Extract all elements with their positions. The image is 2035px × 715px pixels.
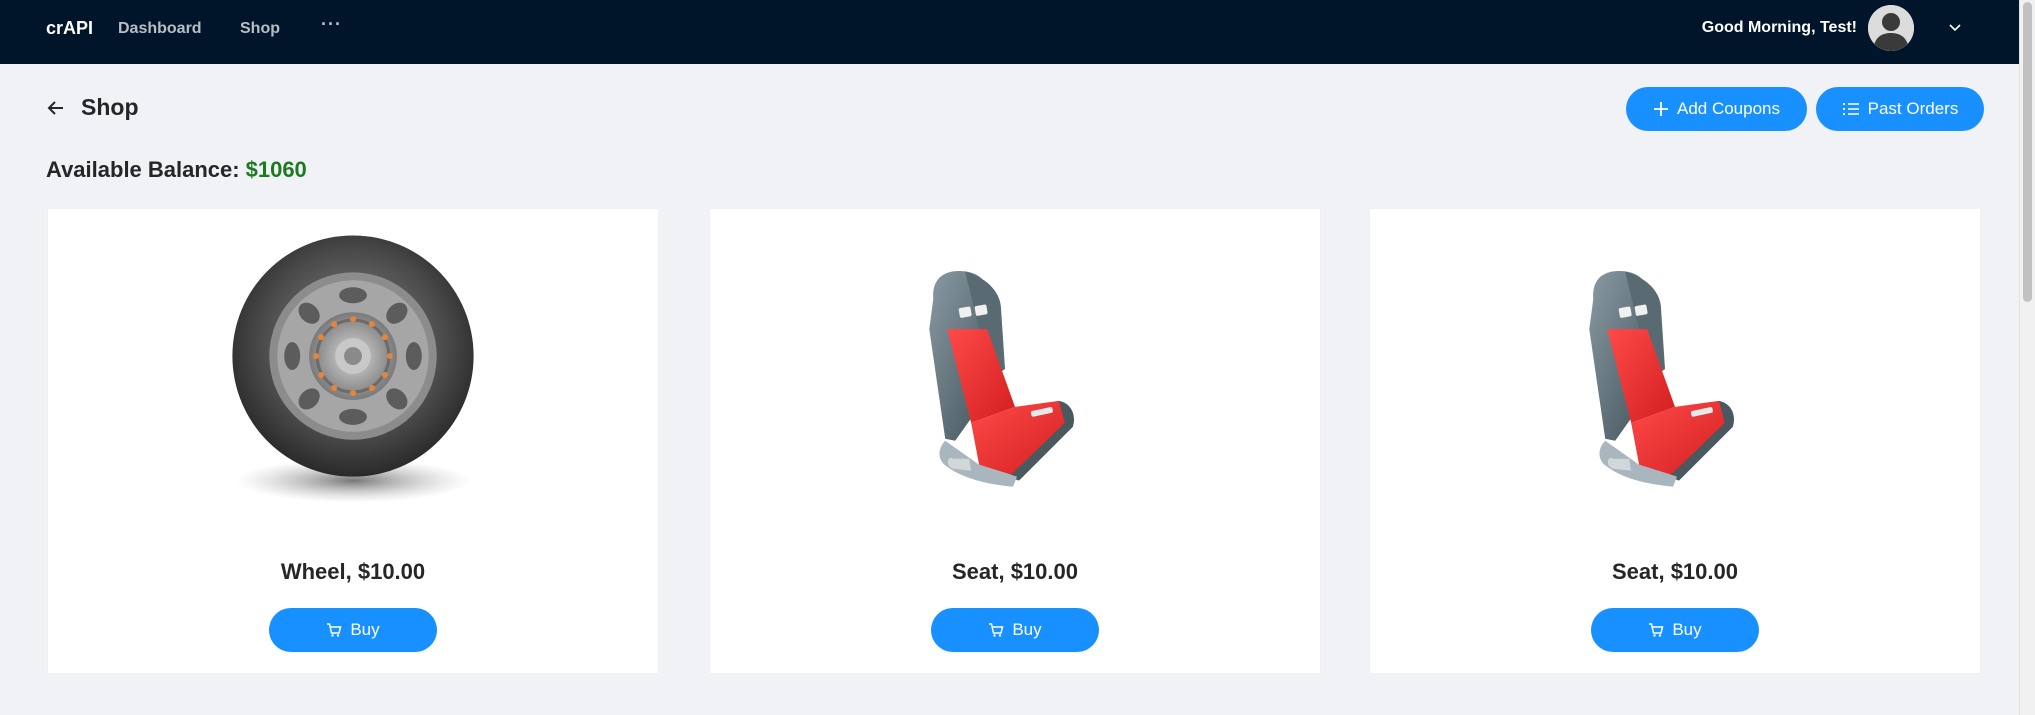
nav-dashboard[interactable]: Dashboard	[118, 20, 202, 38]
chevron-down-icon[interactable]	[1946, 18, 1964, 36]
buy-button[interactable]: Buy	[1591, 608, 1759, 652]
product-title: Seat, $10.00	[952, 559, 1078, 584]
product-title: Wheel, $10.00	[280, 559, 426, 584]
buy-label: Buy	[1672, 620, 1702, 639]
user-avatar-icon[interactable]	[1868, 5, 1914, 51]
product-card: Seat, $10.00 Buy	[709, 208, 1321, 674]
wheel-image	[232, 235, 474, 503]
buy-button[interactable]: Buy	[269, 608, 437, 652]
buy-label: Buy	[350, 620, 380, 639]
balance-label: Available Balance:	[46, 157, 240, 182]
add-coupons-label: Add Coupons	[1676, 99, 1781, 118]
scrollbar-thumb[interactable]	[2023, 2, 2032, 302]
seat-image	[929, 270, 1075, 487]
plus-icon	[1653, 102, 1668, 116]
arrow-left-icon[interactable]	[46, 98, 66, 118]
product-card: Seat, $10.00 Buy	[1369, 208, 1981, 674]
ordered-list-icon	[1842, 103, 1859, 115]
cart-icon	[989, 623, 1004, 637]
brand-logo[interactable]: crAPI	[46, 18, 93, 39]
buy-button[interactable]: Buy	[931, 608, 1099, 652]
past-orders-label: Past Orders	[1867, 99, 1959, 118]
page-title: Shop	[81, 94, 139, 120]
nav-more-menu[interactable]: ···	[321, 14, 342, 35]
product-title: Seat, $10.00	[1612, 559, 1738, 584]
balance-value: $1060	[245, 157, 307, 182]
add-coupons-button[interactable]: Add Coupons	[1626, 87, 1807, 131]
product-card: Wheel, $10.00 Buy	[47, 208, 659, 674]
top-nav-bar: crAPI Dashboard Shop ··· Good Morning, T…	[0, 0, 2035, 64]
available-balance: Available Balance: $1060	[46, 157, 307, 183]
greeting-text: Good Morning, Test!	[1701, 19, 1857, 36]
buy-label: Buy	[1012, 620, 1042, 639]
nav-shop[interactable]: Shop	[240, 20, 280, 38]
seat-image	[1589, 270, 1735, 487]
page-scrollbar[interactable]	[2019, 0, 2035, 715]
past-orders-button[interactable]: Past Orders	[1816, 87, 1984, 131]
cart-icon	[327, 623, 342, 637]
cart-icon	[1649, 623, 1664, 637]
